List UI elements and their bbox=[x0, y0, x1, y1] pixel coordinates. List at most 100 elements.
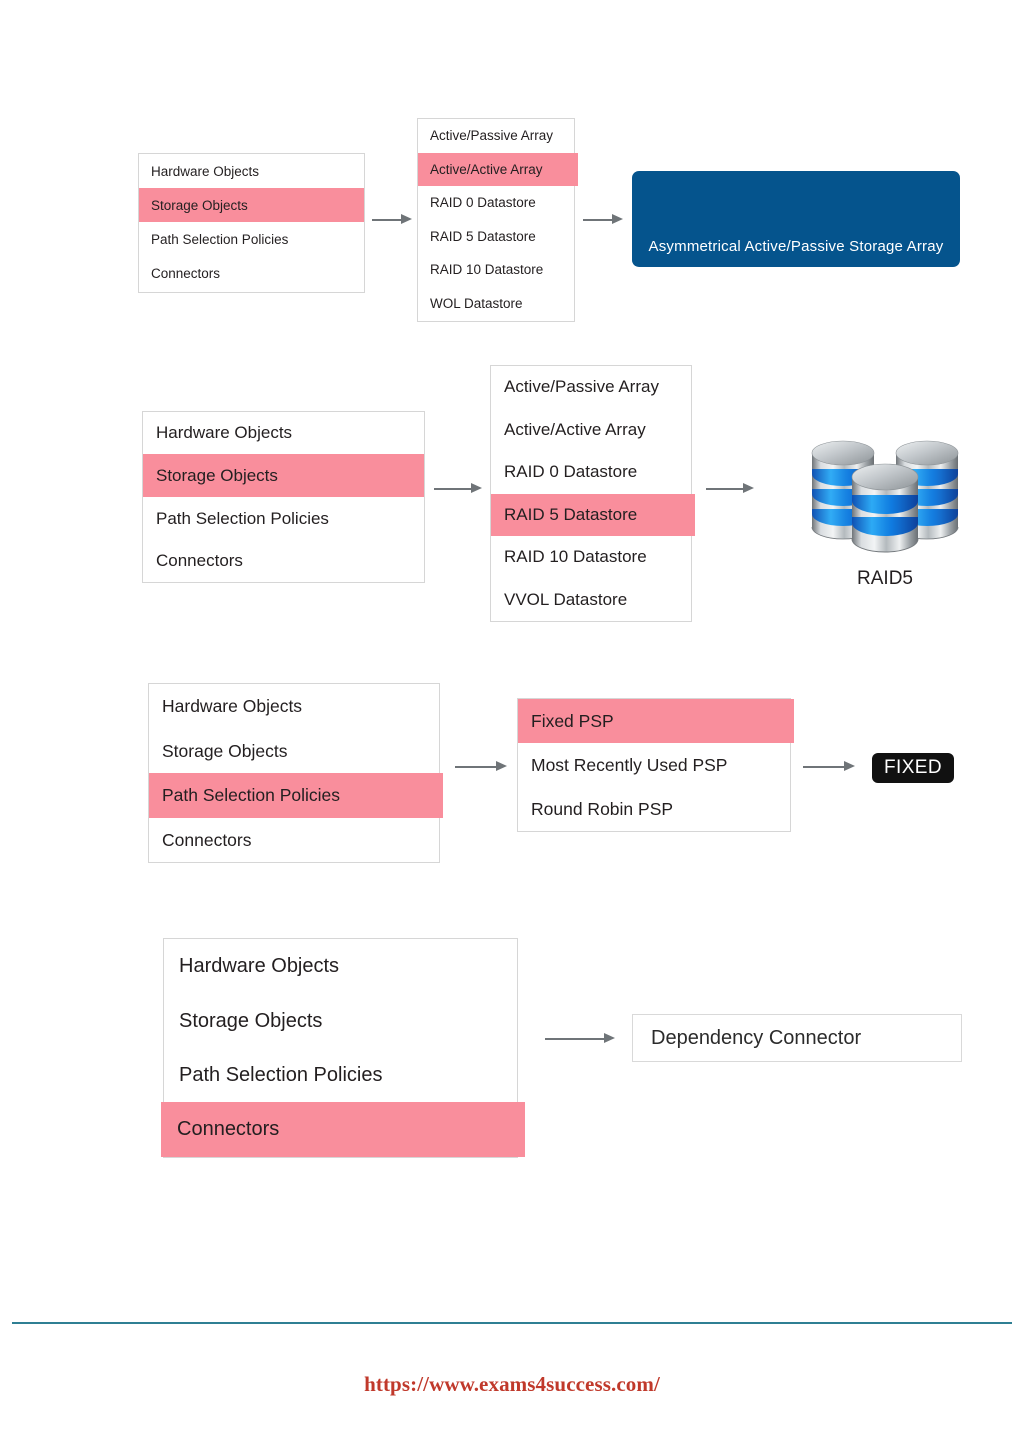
row-1-result-label: Asymmetrical Active/Passive Storage Arra… bbox=[648, 238, 944, 255]
arrow-head-icon bbox=[604, 1033, 615, 1043]
list-item-label: RAID 0 Datastore bbox=[504, 462, 638, 482]
list-item[interactable]: VVOL Datastore bbox=[491, 579, 691, 622]
list-item-label: RAID 0 Datastore bbox=[430, 195, 536, 211]
row-3-category-list: Hardware Objects Storage Objects Path Se… bbox=[148, 683, 443, 863]
arrow-shaft bbox=[706, 488, 744, 490]
list-item[interactable]: RAID 0 Datastore bbox=[418, 186, 574, 220]
list-item-label: Active/Active Array bbox=[430, 161, 543, 177]
arrow-head-icon bbox=[612, 214, 623, 224]
list-item-label: Active/Passive Array bbox=[504, 377, 659, 397]
list-item-label: Path Selection Policies bbox=[151, 231, 289, 247]
list-item[interactable]: Active/Passive Array bbox=[491, 366, 691, 409]
row-1-arrow-2 bbox=[583, 211, 623, 229]
list-item-label: Path Selection Policies bbox=[156, 508, 329, 528]
arrow-head-icon bbox=[401, 214, 412, 224]
list-item-label: Connectors bbox=[162, 829, 252, 850]
arrow-head-icon bbox=[844, 761, 855, 771]
footer-divider bbox=[12, 1322, 1012, 1324]
list-item[interactable]: Connectors bbox=[161, 1102, 525, 1157]
list-item[interactable]: RAID 10 Datastore bbox=[418, 253, 574, 287]
row-3-result-badge: FIXED bbox=[872, 753, 954, 783]
list-item-label: Hardware Objects bbox=[179, 955, 340, 977]
list-item[interactable]: Storage Objects bbox=[143, 454, 424, 497]
list-item-label: Round Robin PSP bbox=[531, 798, 674, 819]
arrow-shaft bbox=[434, 488, 472, 490]
list-item[interactable]: RAID 10 Datastore bbox=[491, 536, 691, 579]
list-item[interactable]: Path Selection Policies bbox=[164, 1048, 517, 1102]
list-item[interactable]: Connectors bbox=[149, 818, 439, 862]
list-item[interactable]: Connectors bbox=[143, 540, 424, 582]
list-item[interactable]: RAID 5 Datastore bbox=[418, 220, 574, 254]
list-item-label: Most Recently Used PSP bbox=[531, 754, 728, 775]
list-item-label: Fixed PSP bbox=[531, 710, 614, 731]
arrow-shaft bbox=[455, 766, 497, 768]
list-item-label: Hardware Objects bbox=[162, 696, 303, 716]
diagram-canvas: Hardware Objects Storage Objects Path Se… bbox=[0, 0, 1024, 1449]
row-1-category-list: Hardware Objects Storage Objects Path Se… bbox=[138, 153, 365, 293]
arrow-shaft bbox=[583, 219, 613, 221]
list-item[interactable]: Most Recently Used PSP bbox=[518, 743, 790, 787]
footer-url[interactable]: https://www.exams4success.com/ bbox=[0, 1372, 1024, 1397]
arrow-head-icon bbox=[471, 483, 482, 493]
list-item[interactable]: Path Selection Policies bbox=[149, 773, 443, 818]
database-stack-icon bbox=[811, 440, 959, 553]
list-item[interactable]: Fixed PSP bbox=[518, 699, 794, 743]
row-4-category-list: Hardware Objects Storage Objects Path Se… bbox=[161, 938, 525, 1158]
list-item[interactable]: Connectors bbox=[139, 256, 364, 290]
row-2-result-label: RAID5 bbox=[857, 568, 913, 589]
list-item[interactable]: Round Robin PSP bbox=[518, 787, 790, 831]
arrow-head-icon bbox=[743, 483, 754, 493]
list-item[interactable]: Hardware Objects bbox=[149, 684, 439, 729]
row-4-result-label: Dependency Connector bbox=[651, 1026, 862, 1049]
row-1-option-list: Active/Passive Array Active/Active Array… bbox=[417, 118, 578, 322]
list-item[interactable]: Hardware Objects bbox=[164, 939, 517, 994]
status-badge-label: FIXED bbox=[884, 757, 942, 778]
list-item[interactable]: RAID 5 Datastore bbox=[491, 493, 695, 536]
list-item-label: Path Selection Policies bbox=[179, 1063, 383, 1086]
row-2-result-raid-graphic: RAID5 bbox=[790, 425, 980, 590]
arrow-shaft bbox=[803, 766, 845, 768]
list-item-label: Hardware Objects bbox=[151, 163, 260, 179]
list-item[interactable]: Hardware Objects bbox=[139, 154, 364, 188]
list-item-label: Active/Passive Array bbox=[430, 128, 554, 144]
list-item[interactable]: Storage Objects bbox=[149, 729, 439, 773]
row-2-option-list: Active/Passive Array Active/Active Array… bbox=[490, 365, 695, 622]
list-item-label: Path Selection Policies bbox=[162, 785, 341, 805]
list-item-label: Storage Objects bbox=[151, 197, 248, 213]
list-item[interactable]: Active/Active Array bbox=[491, 409, 691, 452]
arrow-shaft bbox=[545, 1038, 605, 1040]
list-item-label: WOL Datastore bbox=[430, 295, 523, 311]
list-item[interactable]: Path Selection Policies bbox=[139, 222, 364, 256]
row-4-arrow-1 bbox=[545, 1030, 615, 1048]
list-item[interactable]: WOL Datastore bbox=[418, 287, 574, 321]
row-2-category-list: Hardware Objects Storage Objects Path Se… bbox=[142, 411, 425, 583]
list-item[interactable]: Active/Active Array bbox=[418, 152, 578, 186]
list-item[interactable]: Storage Objects bbox=[164, 994, 517, 1048]
arrow-head-icon bbox=[496, 761, 507, 771]
list-item-label: Connectors bbox=[156, 551, 243, 570]
row-2-arrow-2 bbox=[706, 480, 754, 498]
list-item-label: Storage Objects bbox=[162, 740, 288, 761]
row-1-result-box: Asymmetrical Active/Passive Storage Arra… bbox=[632, 171, 960, 267]
list-item-label: Active/Active Array bbox=[504, 419, 646, 439]
list-item-label: Hardware Objects bbox=[156, 423, 293, 442]
list-item-label: Connectors bbox=[151, 265, 221, 281]
list-item-label: RAID 5 Datastore bbox=[430, 228, 536, 244]
list-item-label: RAID 10 Datastore bbox=[504, 547, 647, 567]
list-item[interactable]: RAID 0 Datastore bbox=[491, 451, 691, 494]
row-1-arrow-1 bbox=[372, 211, 412, 229]
list-item[interactable]: Hardware Objects bbox=[143, 412, 424, 454]
list-item[interactable]: Active/Passive Array bbox=[418, 119, 574, 153]
arrow-shaft bbox=[372, 219, 402, 221]
list-item-label: RAID 10 Datastore bbox=[430, 262, 544, 278]
list-item-label: RAID 5 Datastore bbox=[504, 504, 638, 524]
list-item-label: VVOL Datastore bbox=[504, 589, 628, 609]
row-3-option-list: Fixed PSP Most Recently Used PSP Round R… bbox=[517, 698, 794, 832]
row-3-arrow-2 bbox=[803, 758, 855, 776]
list-item-label: Storage Objects bbox=[156, 465, 278, 485]
list-item[interactable]: Path Selection Policies bbox=[143, 497, 424, 540]
list-item-label: Connectors bbox=[177, 1118, 280, 1140]
list-item-label: Storage Objects bbox=[179, 1009, 323, 1032]
list-item[interactable]: Storage Objects bbox=[139, 188, 364, 222]
row-4-result-box: Dependency Connector bbox=[632, 1014, 962, 1062]
